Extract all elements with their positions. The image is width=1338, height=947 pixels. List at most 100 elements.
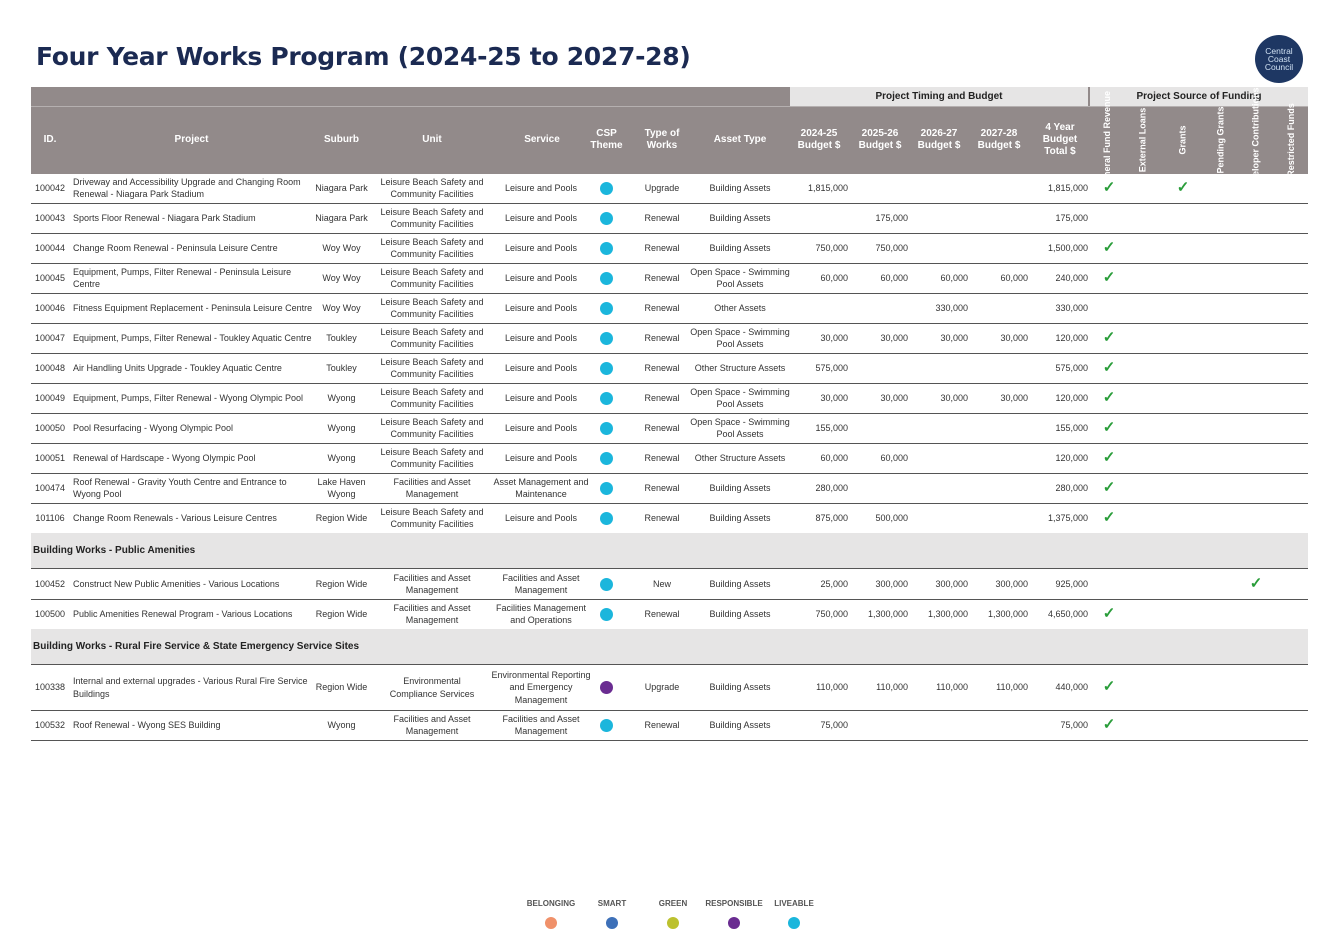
cell-y4 — [973, 293, 1028, 323]
cell-y2 — [853, 293, 908, 323]
header-2025-26: 2025-26 Budget $ — [858, 127, 902, 151]
cell-y4 — [973, 233, 1028, 263]
cell-service: Leisure and Pools — [504, 512, 578, 523]
cell-type: Renewal — [644, 512, 680, 523]
cell-y4 — [973, 203, 1028, 233]
cell-id: 100043 — [34, 212, 66, 223]
cell-y2: 60,000 — [880, 452, 908, 463]
cell-service: Leisure and Pools — [504, 302, 578, 313]
cell-project: Fitness Equipment Replacement - Peninsul… — [73, 302, 313, 313]
check-icon: ✓ — [1102, 478, 1116, 496]
section-header: Building Works - Rural Fire Service & St… — [31, 629, 1308, 665]
cell-total: 1,375,000 — [1047, 512, 1088, 523]
cell-type: Renewal — [644, 332, 680, 343]
cell-service: Leisure and Pools — [504, 392, 578, 403]
cell-y3 — [913, 353, 968, 383]
legend-label: BELONGING — [526, 899, 576, 908]
table-row: 100047 Equipment, Pumps, Filter Renewal -… — [31, 323, 1308, 354]
cell-suburb: Region Wide — [315, 578, 368, 589]
cell-service: Leisure and Pools — [504, 452, 578, 463]
cell-asset: Building Assets — [709, 242, 771, 253]
legend-dot — [606, 917, 618, 929]
cell-suburb: Woy Woy — [322, 302, 361, 313]
cell-y2: 175,000 — [875, 212, 908, 223]
cell-asset: Building Assets — [709, 212, 771, 223]
cell-unit: Leisure Beach Safety and Community Facil… — [380, 416, 484, 440]
cell-project: Equipment, Pumps, Filter Renewal - Penin… — [73, 266, 292, 290]
cell-total: 155,000 — [1055, 422, 1088, 433]
cell-total: 175,000 — [1055, 212, 1088, 223]
header-pending-grants: Pending Grants — [1215, 106, 1226, 174]
theme-dot-liveable — [600, 181, 613, 195]
cell-unit: Facilities and Asset Management — [393, 713, 471, 737]
cell-service: Leisure and Pools — [504, 272, 578, 283]
cell-unit: Leisure Beach Safety and Community Facil… — [380, 206, 484, 230]
csp-theme-cell — [590, 323, 623, 353]
cell-y2 — [853, 413, 908, 443]
cell-total: 330,000 — [1055, 302, 1088, 313]
cell-project: Sports Floor Renewal - Niagara Park Stad… — [73, 212, 256, 223]
cell-total: 280,000 — [1055, 482, 1088, 493]
check-icon: ✓ — [1102, 388, 1116, 406]
cell-y1 — [793, 203, 848, 233]
cell-service: Leisure and Pools — [504, 422, 578, 433]
csp-theme-cell — [590, 203, 623, 233]
cell-y3: 30,000 — [940, 392, 968, 403]
cell-y1: 1,815,000 — [807, 182, 848, 193]
table-row: 100049 Equipment, Pumps, Filter Renewal -… — [31, 383, 1308, 414]
table-row: 100051 Renewal of Hardscape - Wyong Olymp… — [31, 443, 1308, 474]
cell-asset: Building Assets — [709, 578, 771, 589]
cell-suburb: Toukley — [326, 362, 357, 373]
cell-y3 — [913, 413, 968, 443]
cell-project: Public Amenities Renewal Program - Vario… — [73, 608, 293, 619]
cell-unit: Leisure Beach Safety and Community Facil… — [380, 236, 484, 260]
table-row: 100338 Internal and external upgrades - V… — [31, 665, 1308, 711]
cell-project: Air Handling Units Upgrade - Toukley Aqu… — [73, 362, 282, 373]
cell-id: 100042 — [34, 182, 66, 193]
cell-y1: 30,000 — [820, 332, 848, 343]
cell-service: Leisure and Pools — [504, 212, 578, 223]
cell-asset: Building Assets — [709, 719, 771, 730]
council-logo: Central Coast Council — [1255, 35, 1303, 83]
cell-total: 4,650,000 — [1047, 608, 1088, 619]
header-csp-theme: CSP Theme — [590, 127, 623, 151]
check-icon: ✓ — [1102, 508, 1116, 526]
legend-dot — [667, 917, 679, 929]
theme-dot-liveable — [600, 391, 613, 405]
cell-id: 100452 — [34, 578, 66, 589]
cell-y2: 1,300,000 — [867, 608, 908, 619]
theme-dot-liveable — [600, 211, 613, 225]
cell-y3: 60,000 — [940, 272, 968, 283]
theme-dot-liveable — [600, 577, 613, 591]
header-asset-type: Asset Type — [713, 133, 767, 145]
cell-project: Driveway and Accessibility Upgrade and C… — [73, 176, 301, 200]
header-type-of-works: Type of Works — [644, 127, 680, 151]
check-icon: ✓ — [1102, 678, 1116, 696]
cell-type: Renewal — [644, 482, 680, 493]
check-icon: ✓ — [1102, 448, 1116, 466]
cell-y4: 30,000 — [1000, 392, 1028, 403]
cell-total: 1,500,000 — [1047, 242, 1088, 253]
cell-total: 440,000 — [1055, 682, 1088, 693]
csp-theme-cell — [590, 599, 623, 629]
cell-y2: 500,000 — [875, 512, 908, 523]
check-icon: ✓ — [1102, 238, 1116, 256]
theme-dot-liveable — [600, 331, 613, 345]
cell-suburb: Woy Woy — [322, 242, 361, 253]
theme-dot-liveable — [600, 241, 613, 255]
legend-dot — [728, 917, 740, 929]
csp-theme-cell — [590, 383, 623, 413]
cell-y3: 330,000 — [935, 302, 968, 313]
cell-project: Roof Renewal - Wyong SES Building — [73, 719, 221, 730]
cell-y1: 875,000 — [815, 512, 848, 523]
cell-suburb: Region Wide — [315, 608, 368, 619]
cell-type: Renewal — [644, 362, 680, 373]
cell-suburb: Region Wide — [315, 512, 368, 523]
section-header: Building Works - Public Amenities — [31, 533, 1308, 569]
group-header-funding: Project Source of Funding — [1090, 87, 1308, 106]
cell-id: 100532 — [34, 719, 66, 730]
cell-asset: Open Space - Swimming Pool Assets — [690, 326, 790, 350]
cell-id: 100474 — [34, 482, 66, 493]
cell-y4 — [973, 353, 1028, 383]
cell-service: Asset Management and Maintenance — [493, 476, 589, 500]
